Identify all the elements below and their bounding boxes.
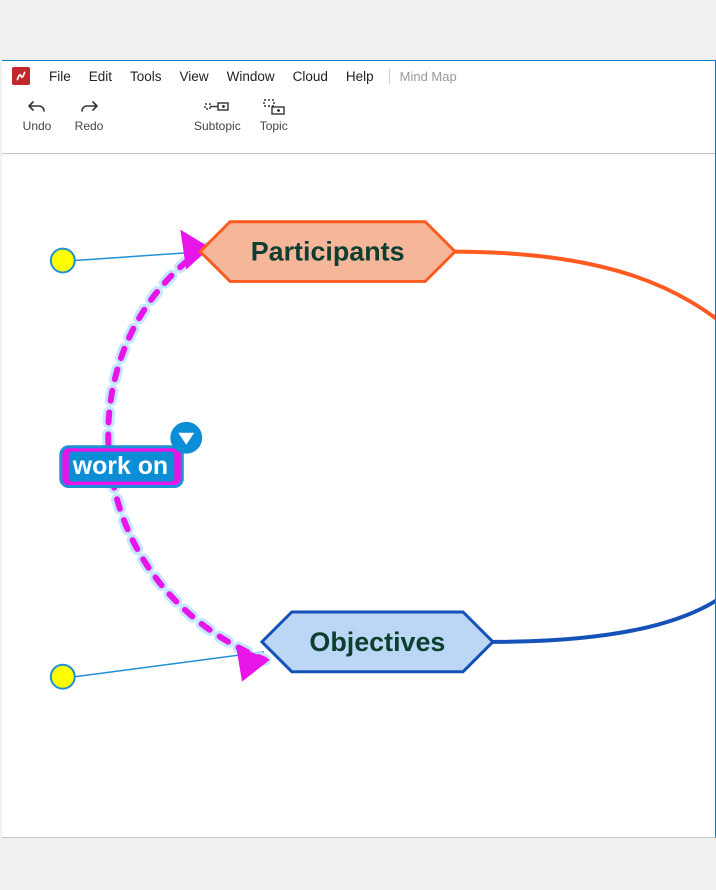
topic-label: Topic — [260, 119, 288, 133]
menu-tools[interactable]: Tools — [121, 66, 171, 87]
menu-file[interactable]: File — [40, 66, 80, 87]
document-title: Mind Map — [389, 69, 457, 84]
topic-button[interactable]: Topic — [253, 95, 295, 135]
undo-label: Undo — [23, 119, 52, 133]
app-icon — [12, 67, 30, 85]
relationship-label[interactable]: work on — [61, 422, 202, 487]
mindmap-svg: Participants Objectives work on — [2, 154, 715, 837]
topic-icon — [262, 97, 286, 117]
undo-button[interactable]: Undo — [16, 95, 58, 135]
node-objectives-label: Objectives — [309, 627, 445, 657]
menubar: File Edit Tools View Window Cloud Help M… — [2, 61, 715, 91]
anchor-dot[interactable] — [51, 249, 75, 273]
mindmap-canvas[interactable]: Participants Objectives work on — [2, 153, 715, 837]
toolbar-history-group: Undo Redo — [16, 95, 110, 135]
toolbar-topic-group: Subtopic Topic — [192, 95, 295, 135]
redo-icon — [79, 97, 99, 117]
redo-button[interactable]: Redo — [68, 95, 110, 135]
connector-line — [75, 652, 264, 677]
branch-objectives — [491, 582, 715, 642]
app-window: File Edit Tools View Window Cloud Help M… — [2, 60, 716, 838]
relationship-label-text: work on — [72, 452, 168, 480]
anchor-dot[interactable] — [51, 665, 75, 689]
branch-participants — [451, 252, 715, 339]
subtopic-button[interactable]: Subtopic — [192, 95, 243, 135]
undo-icon — [27, 97, 47, 117]
subtopic-icon — [204, 97, 230, 117]
node-objectives[interactable]: Objectives — [262, 612, 493, 672]
menu-cloud[interactable]: Cloud — [284, 66, 337, 87]
subtopic-label: Subtopic — [194, 119, 241, 133]
menu-view[interactable]: View — [171, 66, 218, 87]
toolbar: Undo Redo Subtopic — [2, 91, 715, 143]
redo-label: Redo — [75, 119, 104, 133]
menu-edit[interactable]: Edit — [80, 66, 121, 87]
menu-window[interactable]: Window — [218, 66, 284, 87]
menu-help[interactable]: Help — [337, 66, 383, 87]
node-participants-label: Participants — [251, 237, 405, 267]
node-participants[interactable]: Participants — [200, 222, 455, 282]
